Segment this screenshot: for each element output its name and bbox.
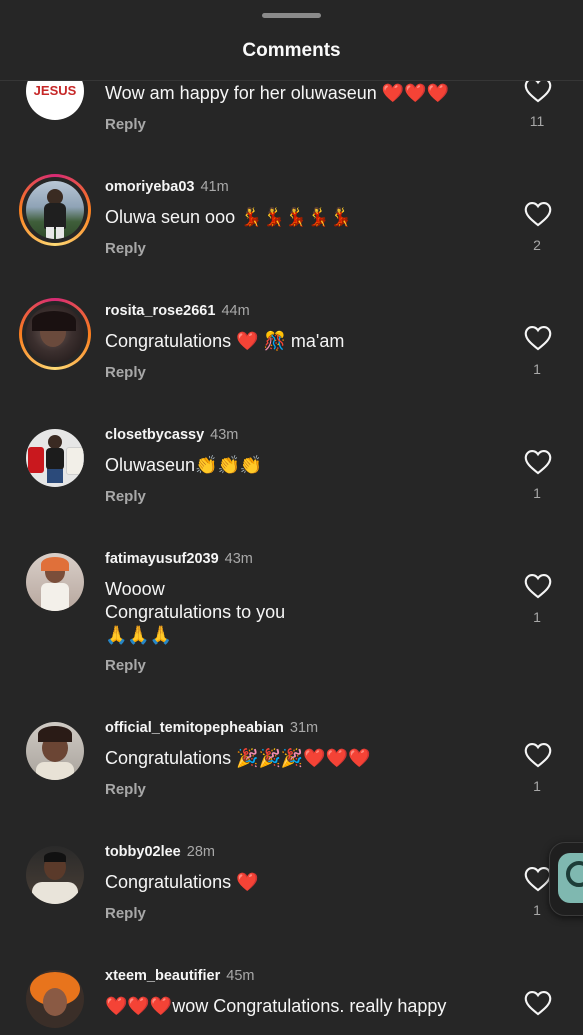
avatar[interactable] [19,422,91,494]
comment-text: Congratulations 🎉🎉🎉❤️❤️❤️ [105,748,371,768]
avatar[interactable] [19,963,91,1035]
reply-button[interactable]: Reply [105,116,146,133]
timestamp: 41m [200,179,229,195]
heart-icon[interactable] [524,742,552,768]
timestamp: 28m [186,844,215,860]
floating-chat-bubble[interactable] [549,842,583,916]
timestamp: 44m [221,303,250,319]
comment-text: Congratulations ❤️ 🎊 ma'am [105,331,345,351]
like-count: 1 [533,778,541,794]
avatar[interactable] [19,174,91,246]
timestamp: 43m [224,551,253,567]
comment-text: Wooow Congratulations to you 🙏🙏🙏 [105,579,286,645]
heart-icon[interactable] [524,866,552,892]
comments-list[interactable]: JESUS Wow am happy for her oluwaseun ❤️❤… [0,0,583,1028]
reply-button[interactable]: Reply [105,364,146,381]
heart-icon[interactable] [524,325,552,351]
reply-button[interactable]: Reply [105,781,146,798]
like-count: 1 [533,485,541,501]
avatar[interactable] [19,715,91,787]
header-divider [0,80,583,81]
comment-text: Congratulations ❤️ [105,872,259,892]
page-title: Comments [242,40,341,61]
reply-button[interactable]: Reply [105,905,146,922]
comment-username-row: closetbycassy 43m [105,427,238,443]
reply-button[interactable]: Reply [105,657,146,674]
username-link[interactable]: closetbycassy [105,427,204,443]
comment-username-row: tobby02lee 28m [105,844,215,860]
comments-sheet-header: Comments [0,0,583,80]
avatar[interactable] [19,546,91,618]
heart-icon[interactable] [524,573,552,599]
username-link[interactable]: official_temitopepheabian [105,720,284,736]
username-link[interactable]: tobby02lee [105,844,181,860]
comment-text: Wow am happy for her oluwaseun ❤️❤️❤️ [105,83,450,103]
reply-button[interactable]: Reply [105,488,146,505]
comment-text: ❤️❤️❤️wow Congratulations. really happy [105,996,447,1016]
comment-username-row: rosita_rose2661 44m [105,303,250,319]
comment-text: Oluwa seun ooo 💃💃💃💃💃 [105,207,353,227]
heart-icon[interactable] [524,449,552,475]
like-count: 1 [533,609,541,625]
comment-username-row: fatimayusuf2039 43m [105,551,253,567]
comment-username-row: xteem_beautifier 45m [105,968,254,984]
username-link[interactable]: fatimayusuf2039 [105,551,219,567]
username-link[interactable]: rosita_rose2661 [105,303,215,319]
username-link[interactable]: xteem_beautifier [105,968,220,984]
timestamp: 43m [210,427,239,443]
reply-button[interactable]: Reply [105,240,146,257]
comment-text: Oluwaseun👏👏👏 [105,455,263,475]
heart-icon[interactable] [524,990,552,1016]
drag-handle[interactable] [262,13,321,18]
avatar-logo-text: JESUS [33,83,77,98]
timestamp: 45m [226,968,255,984]
avatar[interactable] [19,298,91,370]
heart-icon[interactable] [524,201,552,227]
username-link[interactable]: omoriyeba03 [105,179,194,195]
like-count: 1 [533,361,541,377]
timestamp: 31m [289,720,319,736]
avatar[interactable] [19,839,91,911]
like-count: 11 [529,113,545,129]
like-count: 2 [533,237,541,253]
comment-username-row: official_temitopepheabian 31m [105,720,318,736]
comment-username-row: omoriyeba03 41m [105,179,229,195]
